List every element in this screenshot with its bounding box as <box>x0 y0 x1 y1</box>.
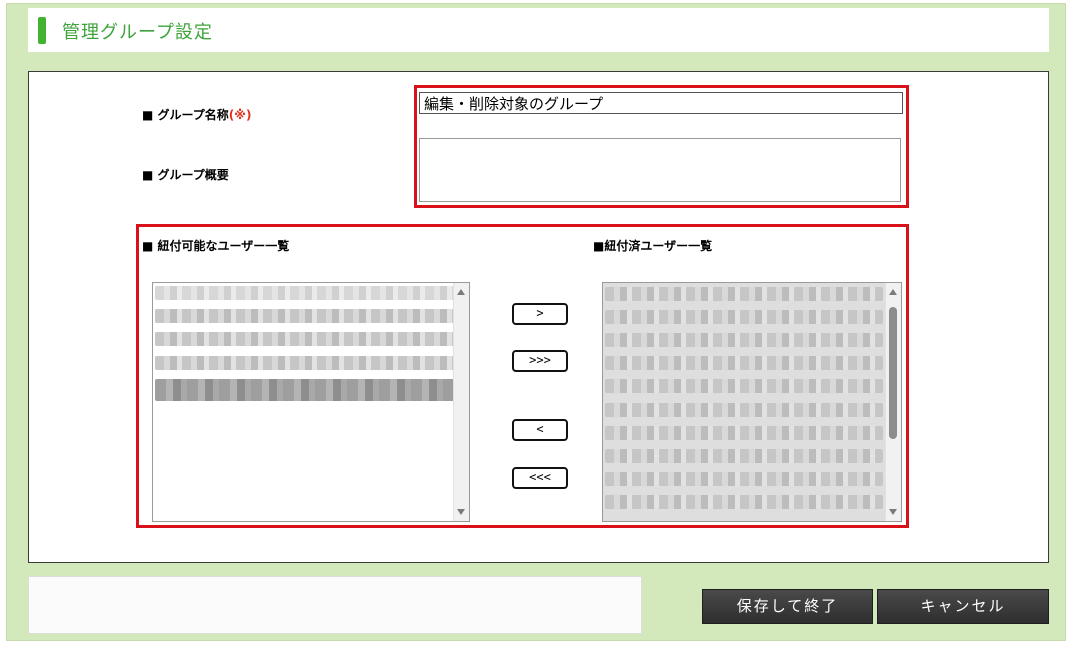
list-item[interactable] <box>605 379 883 393</box>
status-message-box <box>28 576 642 634</box>
remove-all-button[interactable]: <<< <box>512 467 568 489</box>
list-item[interactable] <box>605 495 883 509</box>
list-item-selected[interactable] <box>155 379 455 401</box>
scroll-thumb[interactable] <box>889 307 897 439</box>
scroll-up-icon[interactable] <box>889 289 897 295</box>
list-item[interactable] <box>605 287 883 301</box>
group-name-label: ■ グループ名称 <box>142 108 229 122</box>
add-all-button[interactable]: >>> <box>512 350 568 372</box>
save-and-exit-button[interactable]: 保存して終了 <box>702 589 873 624</box>
group-desc-textarea[interactable] <box>419 138 901 202</box>
remove-one-button[interactable]: < <box>512 419 568 441</box>
group-desc-label: ■ グループ概要 <box>142 168 229 182</box>
list-item[interactable] <box>605 403 883 417</box>
page-title: 管理グループ設定 <box>62 22 213 43</box>
assigned-users-list[interactable] <box>602 282 902 522</box>
list-item[interactable] <box>605 426 883 440</box>
available-users-list[interactable] <box>152 282 470 522</box>
available-list-scrollbar[interactable] <box>453 283 469 521</box>
list-item[interactable] <box>605 333 883 347</box>
assigned-users-label: ■紐付済ユーザー一覧 <box>593 239 713 253</box>
scroll-up-icon[interactable] <box>457 289 465 295</box>
list-item[interactable] <box>605 472 883 486</box>
list-item[interactable] <box>155 356 455 370</box>
title-accent-bar <box>38 17 46 44</box>
list-item[interactable] <box>605 449 883 463</box>
available-users-label: ■ 紐付可能なユーザー一覧 <box>142 239 290 253</box>
required-mark: (※) <box>228 108 252 122</box>
title-bar: 管理グループ設定 <box>28 8 1049 52</box>
group-name-input[interactable] <box>419 92 903 114</box>
add-one-button[interactable]: > <box>512 303 568 325</box>
list-item[interactable] <box>155 309 455 323</box>
scroll-down-icon[interactable] <box>889 509 897 515</box>
list-item[interactable] <box>155 286 455 300</box>
list-item[interactable] <box>605 356 883 370</box>
scroll-down-icon[interactable] <box>457 509 465 515</box>
group-name-label-wrap: ■ グループ名称(※) <box>142 106 251 123</box>
cancel-button[interactable]: キャンセル <box>877 589 1049 624</box>
assigned-list-scrollbar[interactable] <box>885 283 901 521</box>
list-item[interactable] <box>155 332 455 346</box>
list-item[interactable] <box>605 310 883 324</box>
